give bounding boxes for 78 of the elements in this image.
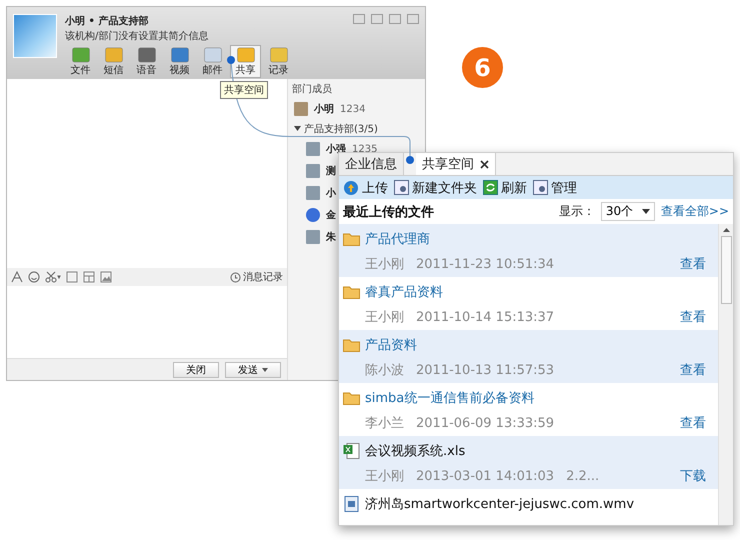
section-title: 最近上传的文件	[343, 204, 434, 220]
history-link[interactable]: 消息记录	[230, 270, 283, 284]
upload-time: 2011-06-09 13:33:59	[416, 416, 554, 430]
tab[interactable]: 企业信息	[339, 153, 404, 175]
close-button[interactable]: 关闭	[173, 362, 219, 378]
file-size: 2.2...	[566, 468, 600, 484]
file-action-link[interactable]: 查看	[680, 361, 706, 379]
file-row[interactable]: 济州岛smartworkcenter-jejuswc.com.wmv	[339, 489, 718, 525]
upload-time: 2011-11-23 10:51:34	[416, 256, 554, 272]
refresh-icon	[483, 180, 498, 195]
uploader: 王小刚	[365, 256, 404, 273]
intro-text: 该机构/部门没有设置其简介信息	[65, 30, 210, 43]
file-name: simba统一通信售前必备资料	[365, 390, 534, 407]
upload-time: 2011-10-14 15:13:37	[416, 310, 554, 324]
avatar-image	[294, 102, 308, 116]
file-row[interactable]: 会议视频系统.xls 王小刚 2013-03-01 14:01:03 2.2... 下载	[339, 436, 718, 489]
image-icon	[100, 271, 112, 283]
toolbar-button[interactable]: 短信	[98, 45, 129, 78]
member-name: 测	[326, 164, 336, 178]
count-select[interactable]: 30个	[600, 202, 655, 221]
step-badge: 6	[462, 47, 503, 88]
tooltip: 共享空间	[220, 81, 268, 99]
member-name: 小	[326, 186, 336, 200]
file-name: 会议视频系统.xls	[365, 443, 466, 460]
file-name: 产品代理商	[365, 231, 430, 248]
caret-icon	[262, 368, 268, 372]
caret-icon	[642, 209, 650, 214]
member-id: 1234	[340, 104, 366, 114]
file-action-link[interactable]: 查看	[680, 308, 706, 326]
send-button[interactable]: 发送	[225, 362, 281, 378]
scissors-icon	[45, 271, 61, 283]
font-icon	[11, 271, 23, 283]
globe-icon	[306, 208, 320, 222]
toolbar-button[interactable]: 刷新	[483, 178, 527, 196]
show-label: 显示：	[558, 203, 595, 220]
spreadsheet-icon	[343, 443, 360, 459]
group-item[interactable]: 产品支持部(3/5)	[292, 122, 421, 136]
member-name: 金	[326, 208, 336, 222]
scrollbar[interactable]	[718, 224, 733, 525]
caret-icon	[294, 126, 301, 132]
clock-icon	[230, 272, 241, 282]
toolbar-button[interactable]: 管理	[533, 178, 577, 196]
table-icon	[83, 271, 95, 283]
toolbar-button[interactable]: 邮件	[197, 45, 228, 78]
view-all-link[interactable]: 查看全部>>	[660, 203, 729, 220]
uploader: 王小刚	[365, 309, 404, 326]
file-name: 睿真产品资料	[365, 284, 443, 301]
toolbar-button[interactable]: 语音	[131, 45, 162, 78]
file-name: 产品资料	[365, 337, 417, 354]
uploader: 陈小波	[365, 362, 404, 379]
member-name: 小明	[314, 102, 334, 116]
photo-placeholder	[13, 14, 57, 58]
file-action-link[interactable]: 查看	[680, 414, 706, 432]
file-row[interactable]: 产品代理商 王小刚 2011-11-23 10:51:34 查看	[339, 224, 718, 277]
upload-icon	[343, 180, 359, 196]
video-file-icon	[343, 496, 360, 512]
toolbar-button[interactable]: 文件	[65, 45, 96, 78]
member-name: 朱	[326, 230, 336, 244]
toolbar-button[interactable]: 视频	[164, 45, 195, 78]
up-arrow-icon	[722, 228, 730, 232]
scrollbar-thumb[interactable]	[720, 236, 732, 304]
file-action-link[interactable]: 下载	[680, 467, 706, 485]
window-title: 小明 • 产品支持部	[65, 14, 150, 28]
file-name: 济州岛smartworkcenter-jejuswc.com.wmv	[365, 496, 634, 513]
tab[interactable]: 共享空间	[416, 153, 496, 175]
panel-heading: 部门成员	[292, 82, 333, 96]
member-id: 1235	[352, 144, 378, 154]
toolbar-button[interactable]: 新建文件夹	[394, 178, 477, 196]
uploader: 王小刚	[365, 468, 404, 485]
upload-time: 2013-03-01 14:01:03	[416, 468, 554, 484]
screenshot-icon	[66, 271, 78, 283]
upload-time: 2011-10-13 11:57:53	[416, 362, 554, 378]
toolbar-button[interactable]: 上传	[343, 178, 388, 196]
smiley-icon	[28, 271, 40, 283]
toolbar-button[interactable]: 共享	[230, 45, 261, 78]
file-action-link[interactable]: 查看	[680, 255, 706, 273]
uploader: 李小兰	[365, 415, 404, 432]
toolbar-button[interactable]: 记录	[263, 45, 294, 78]
